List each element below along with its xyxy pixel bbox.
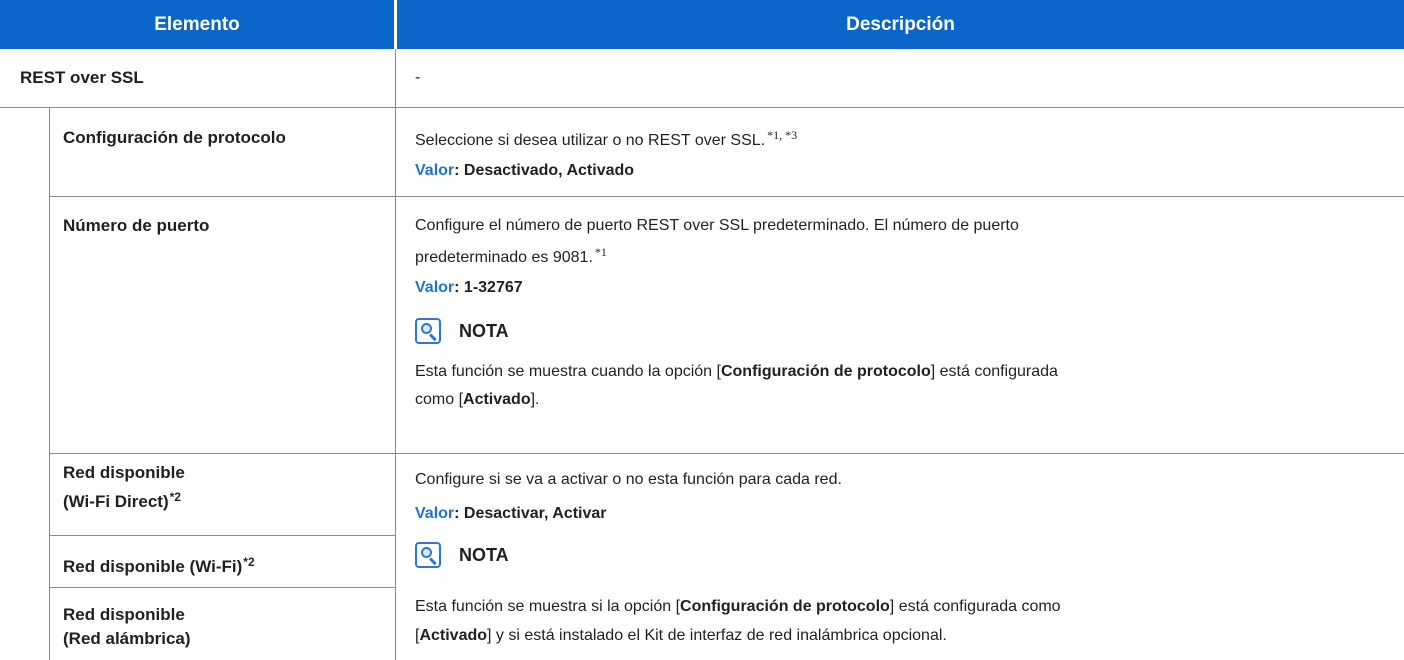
value-key: Valor bbox=[415, 505, 455, 522]
value-key: Valor bbox=[415, 279, 455, 296]
note-magnifier-icon bbox=[415, 542, 441, 568]
nota-block-port: NOTA bbox=[415, 318, 509, 344]
rule bbox=[49, 587, 396, 588]
label-text: (Wi-Fi Direct) bbox=[63, 492, 169, 511]
row-desc-network: Configure si se va a activar o no esta f… bbox=[415, 471, 842, 488]
rule bbox=[49, 196, 1404, 197]
nota-text: ]. bbox=[530, 391, 540, 408]
value-text: : Desactivado, Activado bbox=[454, 162, 635, 179]
row-desc-protocol: Seleccione si desea utilizar o no REST o… bbox=[415, 123, 797, 153]
footnote-ref: *1 bbox=[594, 245, 607, 259]
nota-text-network-2: [Activado] y si está instalado el Kit de… bbox=[415, 624, 947, 648]
nota-text: ] está configurada bbox=[930, 363, 1058, 380]
nota-text: como [ bbox=[415, 391, 464, 408]
nota-block-network: NOTA bbox=[415, 542, 509, 568]
desc-text: Seleccione si desea utilizar o no REST o… bbox=[415, 132, 766, 149]
row-label-wired-2: (Red alámbrica) bbox=[63, 629, 191, 648]
row-label-protocol: Configuración de protocolo bbox=[63, 128, 286, 147]
nota-text-port-1: Esta función se muestra cuando la opción… bbox=[415, 360, 1058, 384]
value-key: Valor bbox=[415, 162, 455, 179]
header-elemento: Elemento bbox=[0, 0, 394, 49]
rule bbox=[395, 49, 396, 660]
nota-text-port-2: como [Activado]. bbox=[415, 388, 539, 412]
nota-keyword: Activado bbox=[419, 627, 488, 644]
row-label-wifi-direct-2: (Wi-Fi Direct)*2 bbox=[63, 485, 181, 514]
row-label-port: Número de puerto bbox=[63, 216, 210, 235]
footnote-ref: *1, *3 bbox=[767, 128, 798, 142]
nota-text-network-1: Esta función se muestra si la opción [Co… bbox=[415, 595, 1061, 619]
nota-text: ] y si está instalado el Kit de interfaz… bbox=[487, 627, 947, 644]
nota-title: NOTA bbox=[459, 320, 509, 341]
row-label-wifi-direct-1: Red disponible bbox=[63, 463, 185, 482]
row-label-wifi: Red disponible (Wi-Fi)*2 bbox=[63, 550, 255, 579]
row-value-port: Valor: 1-32767 bbox=[415, 276, 523, 300]
footnote-ref: *2 bbox=[243, 555, 255, 569]
nota-keyword: Configuración de protocolo bbox=[680, 598, 890, 615]
value-text: : Desactivar, Activar bbox=[454, 505, 607, 522]
row-value-network: Valor: Desactivar, Activar bbox=[415, 502, 607, 526]
footnote-ref: *2 bbox=[169, 490, 181, 504]
nota-text: Esta función se muestra si la opción [ bbox=[415, 598, 681, 615]
nota-keyword: Activado bbox=[463, 391, 531, 408]
nota-text: Esta función se muestra cuando la opción… bbox=[415, 363, 721, 380]
rule bbox=[49, 107, 50, 660]
row-value-protocol: Valor: Desactivado, Activado bbox=[415, 159, 634, 183]
label-text: Red disponible (Wi-Fi) bbox=[63, 557, 243, 576]
nota-text: ] está configurada como bbox=[889, 598, 1061, 615]
section-title: REST over SSL bbox=[20, 68, 144, 87]
row-desc-port-1: Configure el número de puerto REST over … bbox=[415, 217, 1019, 234]
row-label-wired-1: Red disponible bbox=[63, 605, 185, 624]
settings-table: Elemento Descripción REST over SSL - Con… bbox=[0, 0, 1404, 660]
rule bbox=[49, 535, 396, 536]
rule bbox=[49, 453, 1404, 454]
header-descripcion: Descripción bbox=[397, 0, 1404, 49]
note-magnifier-icon bbox=[415, 318, 441, 344]
row-desc-port-2: predeterminado es 9081. *1 bbox=[415, 240, 607, 270]
section-desc: - bbox=[415, 69, 421, 86]
nota-title: NOTA bbox=[459, 544, 509, 565]
rule bbox=[0, 107, 1404, 108]
value-text: : 1-32767 bbox=[454, 279, 523, 296]
desc-text: predeterminado es 9081. bbox=[415, 249, 593, 266]
nota-keyword: Configuración de protocolo bbox=[720, 363, 931, 380]
